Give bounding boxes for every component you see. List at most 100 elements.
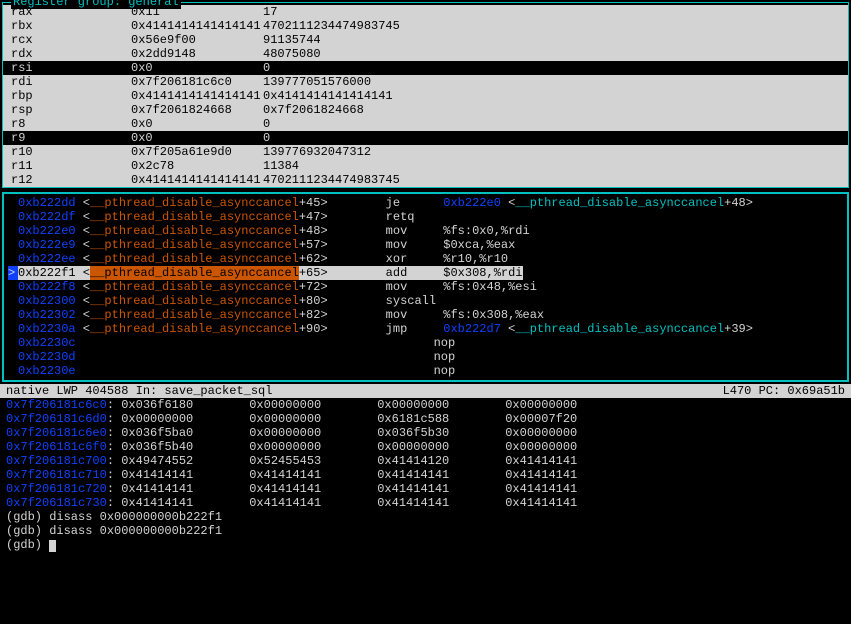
disasm-mnem: syscall — [328, 294, 444, 308]
register-row: rdi0x7f206181c6c0139777051576000 — [3, 75, 848, 89]
register-name: rcx — [11, 33, 131, 47]
register-hex: 0x0 — [131, 117, 263, 131]
register-dec: 4702111234474983745 — [263, 173, 840, 187]
register-group-panel: Register group: general rax0x1117rbx0x41… — [2, 2, 849, 188]
memory-row: 0x7f206181c6f0: 0x036f5b400x000000000x00… — [0, 440, 851, 454]
disasm-mnem: add — [328, 266, 444, 280]
memory-value: 0x41414141 — [249, 482, 377, 496]
disasm-row: 0xb22302 <__pthread_disable_asynccancel+… — [6, 308, 845, 322]
memory-value: 0x00007f20 — [505, 412, 633, 426]
disasm-symbol: __pthread_disable_asynccancel — [90, 252, 299, 266]
disasm-row: 0xb222e9 <__pthread_disable_asynccancel+… — [6, 238, 845, 252]
register-dec: 0x7f2061824668 — [263, 103, 840, 117]
disasm-mnem: xor — [328, 252, 444, 266]
memory-row: 0x7f206181c730: 0x414141410x414141410x41… — [0, 496, 851, 510]
register-row: r120x41414141414141414702111234474983745 — [3, 173, 848, 187]
memory-value: 0x41414141 — [505, 482, 633, 496]
register-name: rbp — [11, 89, 131, 103]
memory-value: 0x41414120 — [377, 454, 505, 468]
memory-address: 0x7f206181c6f0 — [6, 440, 107, 454]
disasm-row: 0xb2230enop — [6, 364, 845, 378]
disasm-row: 0xb2230cnop — [6, 336, 845, 350]
status-left: native LWP 404588 In: save_packet_sql — [6, 384, 723, 398]
disasm-row: 0xb222ee <__pthread_disable_asynccancel+… — [6, 252, 845, 266]
disasm-row: 0xb22300 <__pthread_disable_asynccancel+… — [6, 294, 845, 308]
memory-value: 0x00000000 — [505, 398, 633, 412]
disasm-offset: +48 — [299, 224, 321, 238]
disasm-offset: +72 — [299, 280, 321, 294]
register-dec: 17 — [263, 5, 840, 19]
disasm-offset: +90 — [299, 322, 321, 336]
memory-value: 0x49474552 — [121, 454, 249, 468]
register-name: r12 — [11, 173, 131, 187]
disasm-symbol: __pthread_disable_asynccancel — [90, 322, 299, 336]
disasm-row: 0xb222df <__pthread_disable_asynccancel+… — [6, 210, 845, 224]
register-dec: 0 — [263, 131, 840, 145]
memory-value: 0x036f5ba0 — [121, 426, 249, 440]
memory-row: 0x7f206181c720: 0x414141410x414141410x41… — [0, 482, 851, 496]
disasm-oper-addr: 0xb222d7 — [443, 322, 501, 336]
memory-row: 0x7f206181c710: 0x414141410x414141410x41… — [0, 468, 851, 482]
disasm-row: 0xb2230a <__pthread_disable_asynccancel+… — [6, 322, 845, 336]
disasm-addr: 0xb2230e — [18, 364, 76, 378]
disasm-addr: 0xb22300 — [18, 294, 76, 308]
disassembly-panel: 0xb222dd <__pthread_disable_asynccancel+… — [2, 192, 849, 382]
status-right: L470 PC: 0x69a51b — [723, 384, 845, 398]
memory-value: 0x41414141 — [505, 496, 633, 510]
disasm-oper-offset: +39 — [724, 322, 746, 336]
disasm-addr: 0xb222f1 — [18, 266, 76, 280]
register-hex: 0x0 — [131, 131, 263, 145]
disasm-row: 0xb2230dnop — [6, 350, 845, 364]
memory-value: 0x41414141 — [505, 468, 633, 482]
register-hex: 0x7f2061824668 — [131, 103, 263, 117]
memory-value: 0x00000000 — [249, 412, 377, 426]
status-bar: native LWP 404588 In: save_packet_sql L4… — [0, 384, 851, 398]
register-row: rbp0x41414141414141410x4141414141414141 — [3, 89, 848, 103]
disasm-addr: 0xb2230d — [18, 350, 76, 364]
register-row: rcx0x56e9f0091135744 — [3, 33, 848, 47]
register-dec: 91135744 — [263, 33, 840, 47]
register-name: r9 — [11, 131, 131, 145]
memory-value: 0x41414141 — [377, 496, 505, 510]
disasm-oper-symbol: __pthread_disable_asynccancel — [515, 322, 724, 336]
register-name: r11 — [11, 159, 131, 173]
disasm-mnem: mov — [328, 280, 444, 294]
register-hex: 0x4141414141414141 — [131, 89, 263, 103]
gdb-prompt-text: (gdb) — [6, 538, 49, 552]
disasm-addr: 0xb2230a — [18, 322, 76, 336]
disasm-addr: 0xb222e9 — [18, 238, 76, 252]
memory-value: 0x52455453 — [249, 454, 377, 468]
register-name: rsi — [11, 61, 131, 75]
disasm-addr: 0xb222e0 — [18, 224, 76, 238]
disasm-oper-offset: +48 — [724, 196, 746, 210]
register-row: r100x7f205a61e9d0139776932047312 — [3, 145, 848, 159]
command-history-line: (gdb) disass 0x000000000b222f1 — [0, 524, 851, 538]
register-name: r8 — [11, 117, 131, 131]
memory-value: 0x41414141 — [377, 482, 505, 496]
disasm-row: >0xb222f1 <__pthread_disable_asynccancel… — [6, 266, 845, 280]
disasm-operands: $0x308,%rdi — [443, 266, 522, 280]
memory-address: 0x7f206181c720 — [6, 482, 107, 496]
register-name: rbx — [11, 19, 131, 33]
disasm-symbol: __pthread_disable_asynccancel — [90, 224, 299, 238]
disasm-symbol: __pthread_disable_asynccancel — [90, 196, 299, 210]
register-row: r110x2c7811384 — [3, 159, 848, 173]
disasm-mnem: je — [328, 196, 444, 210]
cursor-icon — [49, 540, 56, 552]
register-name: rsp — [11, 103, 131, 117]
disasm-mnem: mov — [328, 308, 444, 322]
disasm-mnem: mov — [328, 238, 444, 252]
register-dec: 0 — [263, 117, 840, 131]
disasm-oper-addr: 0xb222e0 — [443, 196, 501, 210]
disasm-addr: 0xb222dd — [18, 196, 76, 210]
register-hex: 0x2dd9148 — [131, 47, 263, 61]
memory-value: 0x41414141 — [121, 482, 249, 496]
disasm-row: 0xb222e0 <__pthread_disable_asynccancel+… — [6, 224, 845, 238]
gdb-prompt-line[interactable]: (gdb) — [0, 538, 851, 552]
register-row: rbx0x41414141414141414702111234474983745 — [3, 19, 848, 33]
disasm-mnem: retq — [328, 210, 444, 224]
register-hex: 0x7f205a61e9d0 — [131, 145, 263, 159]
disasm-offset: +57 — [299, 238, 321, 252]
disasm-operands: %r10,%r10 — [443, 252, 508, 266]
disasm-addr: 0xb222df — [18, 210, 76, 224]
